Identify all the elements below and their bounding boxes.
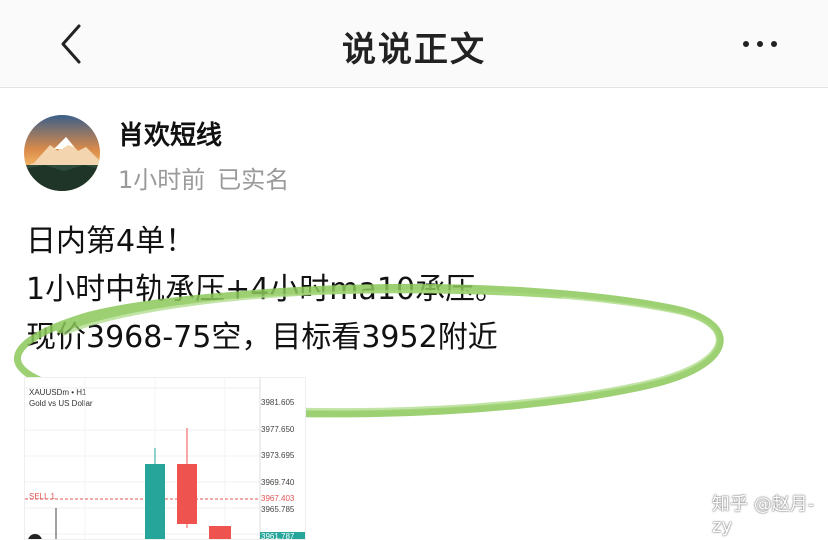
price-level: 3977.650	[261, 425, 295, 434]
watermark: 知乎 @赵月-zy	[712, 494, 815, 537]
more-options-button[interactable]	[732, 28, 788, 60]
price-level: 3973.695	[261, 451, 295, 460]
post-content: 日内第4单！ 1小时中轨承压+4小时ma10承压。 现价3968-75空，目标看…	[26, 218, 505, 362]
mountain-sunset-image	[24, 115, 100, 191]
author-name[interactable]: 肖欢短线	[118, 115, 222, 152]
chart-image[interactable]: XAUUSDm • H1 Gold vs US Dollar 3981.605 …	[24, 377, 306, 540]
post-line: 现价3968-75空，目标看3952附近	[26, 320, 498, 355]
post-line: 日内第4单！	[26, 224, 196, 259]
sell-order-label: SELL 1	[29, 492, 55, 501]
more-horizontal-icon	[743, 41, 749, 47]
top-bar: 说说正文	[0, 0, 828, 88]
avatar[interactable]	[24, 115, 100, 191]
verified-badge: 已实名	[217, 166, 290, 194]
post-time: 1小时前	[118, 166, 206, 194]
price-level-sell: 3967.403	[261, 494, 295, 503]
post-meta: 1小时前 已实名	[118, 160, 289, 195]
post-line: 1小时中轨承压+4小时ma10承压。	[26, 272, 506, 307]
price-level: 3965.785	[261, 505, 295, 514]
price-level: 3969.740	[261, 478, 295, 487]
page-title: 说说正文	[342, 30, 486, 70]
price-level-current: 3961.787	[261, 532, 295, 540]
price-level: 3981.605	[261, 398, 295, 407]
